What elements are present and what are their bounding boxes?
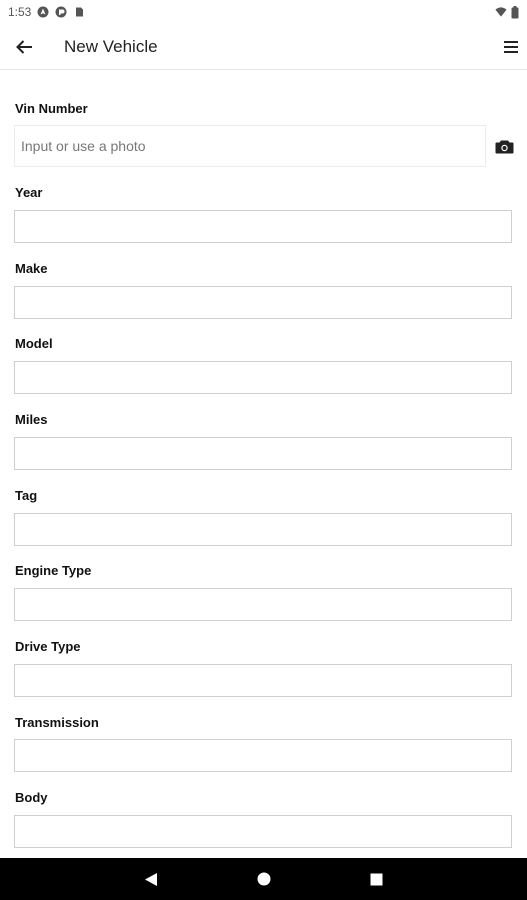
camera-button[interactable] bbox=[493, 137, 515, 155]
body-input[interactable] bbox=[14, 815, 512, 848]
status-left: 1:53 bbox=[8, 5, 85, 19]
tag-label: Tag bbox=[15, 488, 38, 503]
nav-recents-button[interactable] bbox=[355, 858, 397, 900]
hamburger-menu-icon bbox=[504, 40, 518, 53]
system-nav-bar bbox=[0, 858, 527, 900]
engine-type-label: Engine Type bbox=[15, 563, 92, 578]
app-icon bbox=[55, 6, 67, 18]
arrow-left-icon bbox=[16, 39, 32, 54]
miles-input[interactable] bbox=[14, 437, 512, 470]
status-time: 1:53 bbox=[8, 5, 32, 19]
body-label: Body bbox=[15, 790, 48, 805]
screen: 1:53 New Vehicle Vin Number Input or use… bbox=[0, 0, 527, 900]
make-input[interactable] bbox=[14, 286, 512, 319]
back-button[interactable] bbox=[12, 35, 36, 59]
nav-home-button[interactable] bbox=[243, 858, 285, 900]
transmission-label: Transmission bbox=[15, 715, 99, 730]
status-bar: 1:53 bbox=[0, 0, 527, 24]
model-input[interactable] bbox=[14, 361, 512, 394]
home-circle-icon bbox=[257, 872, 271, 886]
wifi-icon bbox=[495, 6, 507, 18]
sd-card-icon bbox=[73, 6, 85, 18]
make-label: Make bbox=[15, 261, 48, 276]
vin-input[interactable] bbox=[14, 125, 486, 167]
miles-label: Miles bbox=[15, 412, 48, 427]
camera-icon bbox=[495, 140, 513, 153]
year-label: Year bbox=[15, 185, 43, 200]
battery-icon bbox=[511, 6, 519, 19]
page-title: New Vehicle bbox=[64, 36, 158, 56]
location-icon bbox=[37, 6, 49, 18]
transmission-input[interactable] bbox=[14, 739, 512, 772]
year-input[interactable] bbox=[14, 210, 512, 243]
model-label: Model bbox=[15, 336, 53, 351]
menu-button[interactable] bbox=[499, 35, 523, 59]
tag-input[interactable] bbox=[14, 513, 512, 546]
engine-type-input[interactable] bbox=[14, 588, 512, 621]
recents-square-icon bbox=[370, 873, 382, 885]
status-right bbox=[495, 6, 519, 19]
drive-type-input[interactable] bbox=[14, 664, 512, 697]
drive-type-label: Drive Type bbox=[15, 639, 81, 654]
vin-label: Vin Number bbox=[15, 101, 88, 116]
nav-back-button[interactable] bbox=[130, 858, 172, 900]
back-triangle-icon bbox=[145, 872, 157, 886]
app-bar: New Vehicle bbox=[0, 24, 527, 70]
